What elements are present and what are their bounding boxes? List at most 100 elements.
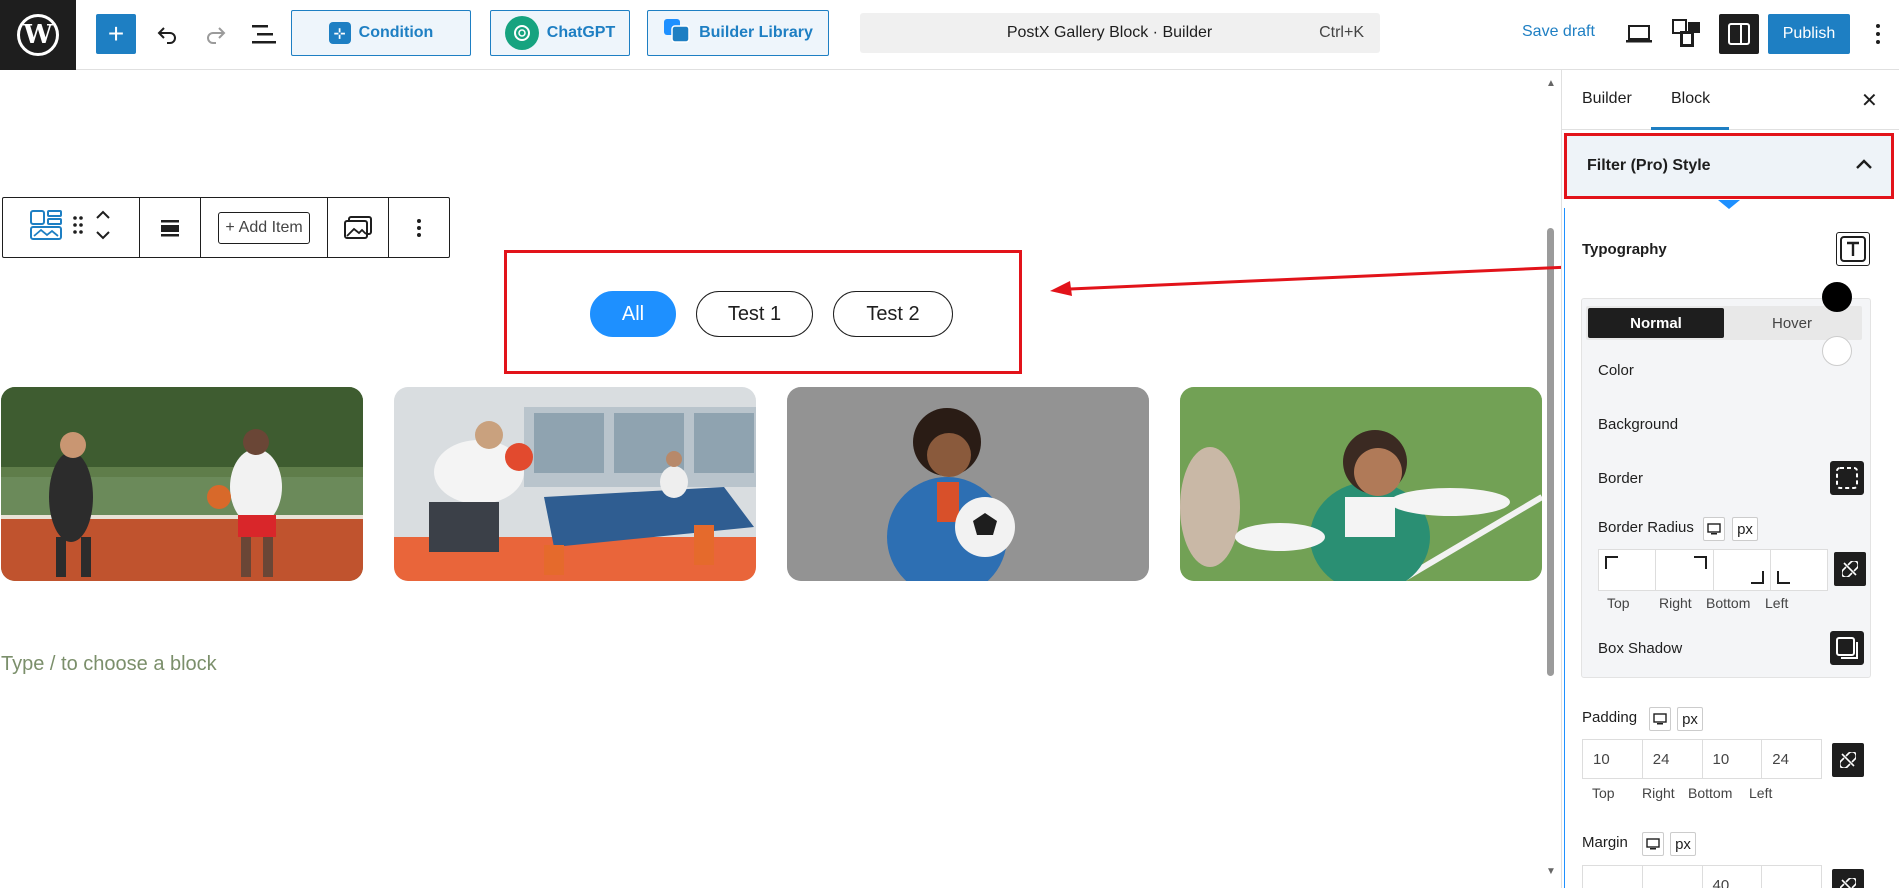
- radius-left-input[interactable]: [1771, 550, 1827, 590]
- border-radius-inputs: [1598, 549, 1828, 591]
- color-swatch[interactable]: [1822, 282, 1852, 312]
- border-radius-label: Border Radius: [1598, 519, 1694, 536]
- radius-left-label: Left: [1765, 595, 1789, 611]
- margin-inputs: 40: [1582, 865, 1822, 888]
- save-draft-button[interactable]: Save draft: [1522, 23, 1595, 41]
- builder-library-button[interactable]: Builder Library: [647, 10, 829, 56]
- padding-label: Padding: [1582, 709, 1638, 726]
- padding-left-input[interactable]: 24: [1762, 740, 1821, 778]
- radius-bottom-input[interactable]: [1714, 550, 1771, 590]
- filter-pill-all[interactable]: All: [590, 291, 676, 337]
- top-toolbar: W + ⊹ Condition ChatGPT Builder Library …: [0, 0, 1899, 70]
- wordpress-logo[interactable]: W: [0, 0, 76, 70]
- block-toolbar-group-add: + Add Item: [201, 198, 328, 257]
- builder-icon[interactable]: [1670, 17, 1704, 51]
- desktop-preview-icon[interactable]: [1622, 17, 1656, 51]
- builder-library-label: Builder Library: [699, 24, 813, 41]
- block-more-options-icon[interactable]: [389, 198, 449, 257]
- panel-title: Filter (Pro) Style: [1587, 157, 1711, 174]
- chatgpt-button[interactable]: ChatGPT: [490, 10, 630, 56]
- document-title: PostX Gallery Block · Builder: [1006, 24, 1213, 41]
- typography-label: Typography: [1582, 241, 1667, 258]
- padding-bottom-input[interactable]: 10: [1703, 740, 1763, 778]
- padding-right-label: Right: [1642, 785, 1675, 801]
- radius-link-icon[interactable]: [1834, 552, 1866, 586]
- chatgpt-icon: [504, 16, 539, 50]
- state-toggle: Normal Hover: [1586, 306, 1862, 340]
- margin-device-icon[interactable]: [1642, 832, 1664, 856]
- close-icon[interactable]: ✕: [1861, 88, 1878, 113]
- box-shadow-label: Box Shadow: [1598, 640, 1683, 657]
- padding-top-input[interactable]: 10: [1583, 740, 1643, 778]
- gallery-image-basketball[interactable]: [1, 387, 363, 581]
- margin-top-input[interactable]: [1583, 866, 1643, 888]
- filter-pill-test-1[interactable]: Test 1: [696, 291, 813, 337]
- align-icon[interactable]: [140, 198, 201, 257]
- margin-bottom-input[interactable]: 40: [1703, 866, 1763, 888]
- command-palette[interactable]: PostX Gallery Block · Builder Ctrl+K: [860, 13, 1380, 53]
- border-radius-unit[interactable]: px: [1732, 517, 1758, 541]
- builder-library-icon: [663, 18, 691, 49]
- block-toolbar: + Add Item: [2, 197, 450, 258]
- margin-unit[interactable]: px: [1670, 832, 1696, 856]
- add-item-button[interactable]: + Add Item: [218, 211, 310, 244]
- responsive-device-icon[interactable]: [1703, 517, 1725, 541]
- radius-right-input[interactable]: [1656, 550, 1714, 590]
- state-hover-tab[interactable]: Hover: [1724, 308, 1860, 338]
- publish-button[interactable]: Publish: [1768, 14, 1850, 54]
- options-menu-icon[interactable]: [1868, 18, 1888, 50]
- padding-inputs: 10 24 10 24: [1582, 739, 1822, 779]
- scroll-up-arrow-icon[interactable]: ▲: [1546, 78, 1556, 89]
- box-shadow-icon[interactable]: [1830, 631, 1864, 665]
- radius-top-input[interactable]: [1599, 550, 1657, 590]
- radius-bottom-label: Bottom: [1706, 595, 1751, 611]
- condition-button[interactable]: ⊹ Condition: [291, 10, 471, 56]
- gallery-image-table-tennis[interactable]: [394, 387, 756, 581]
- state-normal-tab[interactable]: Normal: [1588, 308, 1724, 338]
- chatgpt-label: ChatGPT: [546, 24, 616, 41]
- radius-right-label: Right: [1659, 595, 1692, 611]
- padding-device-icon[interactable]: [1649, 707, 1671, 731]
- condition-label: Condition: [358, 24, 434, 41]
- active-tab-indicator: [1651, 127, 1729, 130]
- margin-right-input[interactable]: [1643, 866, 1703, 888]
- border-style-icon[interactable]: [1830, 461, 1864, 495]
- border-label: Border: [1598, 470, 1644, 487]
- undo-icon[interactable]: [150, 17, 184, 51]
- background-swatch[interactable]: [1822, 336, 1852, 366]
- padding-link-icon[interactable]: [1832, 743, 1864, 777]
- chevron-up-icon[interactable]: [1855, 157, 1873, 175]
- drag-handle-icon[interactable]: [72, 214, 84, 241]
- padding-unit[interactable]: px: [1677, 707, 1703, 731]
- filter-pill-test-2[interactable]: Test 2: [833, 291, 953, 337]
- gallery-block-icon[interactable]: [30, 210, 62, 245]
- plus-icon: +: [225, 218, 235, 236]
- command-shortcut: Ctrl+K: [1319, 24, 1364, 41]
- settings-sidebar: Builder Block ✕ Filter (Pro) Style Typog…: [1561, 70, 1899, 888]
- padding-right-input[interactable]: 24: [1643, 740, 1703, 778]
- margin-link-icon[interactable]: [1832, 869, 1864, 888]
- filter-style-panel-header[interactable]: Filter (Pro) Style: [1564, 133, 1894, 199]
- typography-icon[interactable]: [1836, 232, 1870, 266]
- gallery-image-soccer[interactable]: [787, 387, 1149, 581]
- add-item-label: Add Item: [238, 218, 303, 236]
- block-appender-hint[interactable]: Type / to choose a block: [1, 653, 217, 676]
- gallery-image-field[interactable]: [1180, 387, 1542, 581]
- document-overview-icon[interactable]: [248, 17, 282, 51]
- tab-builder[interactable]: Builder: [1582, 90, 1632, 108]
- add-block-button[interactable]: +: [96, 14, 136, 54]
- margin-left-input[interactable]: [1762, 866, 1821, 888]
- media-gallery-icon[interactable]: [328, 198, 389, 257]
- color-label: Color: [1598, 362, 1634, 379]
- padding-left-label: Left: [1749, 785, 1773, 801]
- condition-icon: ⊹: [328, 22, 351, 44]
- settings-sidebar-toggle[interactable]: [1719, 14, 1759, 54]
- annotation-arrow: [1050, 265, 1571, 296]
- radius-top-label: Top: [1607, 595, 1630, 611]
- scroll-down-arrow-icon[interactable]: ▼: [1546, 866, 1556, 877]
- wordpress-logo-mark: W: [17, 14, 59, 56]
- move-up-down-icon[interactable]: [94, 208, 112, 247]
- margin-label: Margin: [1582, 834, 1628, 851]
- tab-block[interactable]: Block: [1671, 90, 1710, 108]
- redo-icon[interactable]: [199, 17, 233, 51]
